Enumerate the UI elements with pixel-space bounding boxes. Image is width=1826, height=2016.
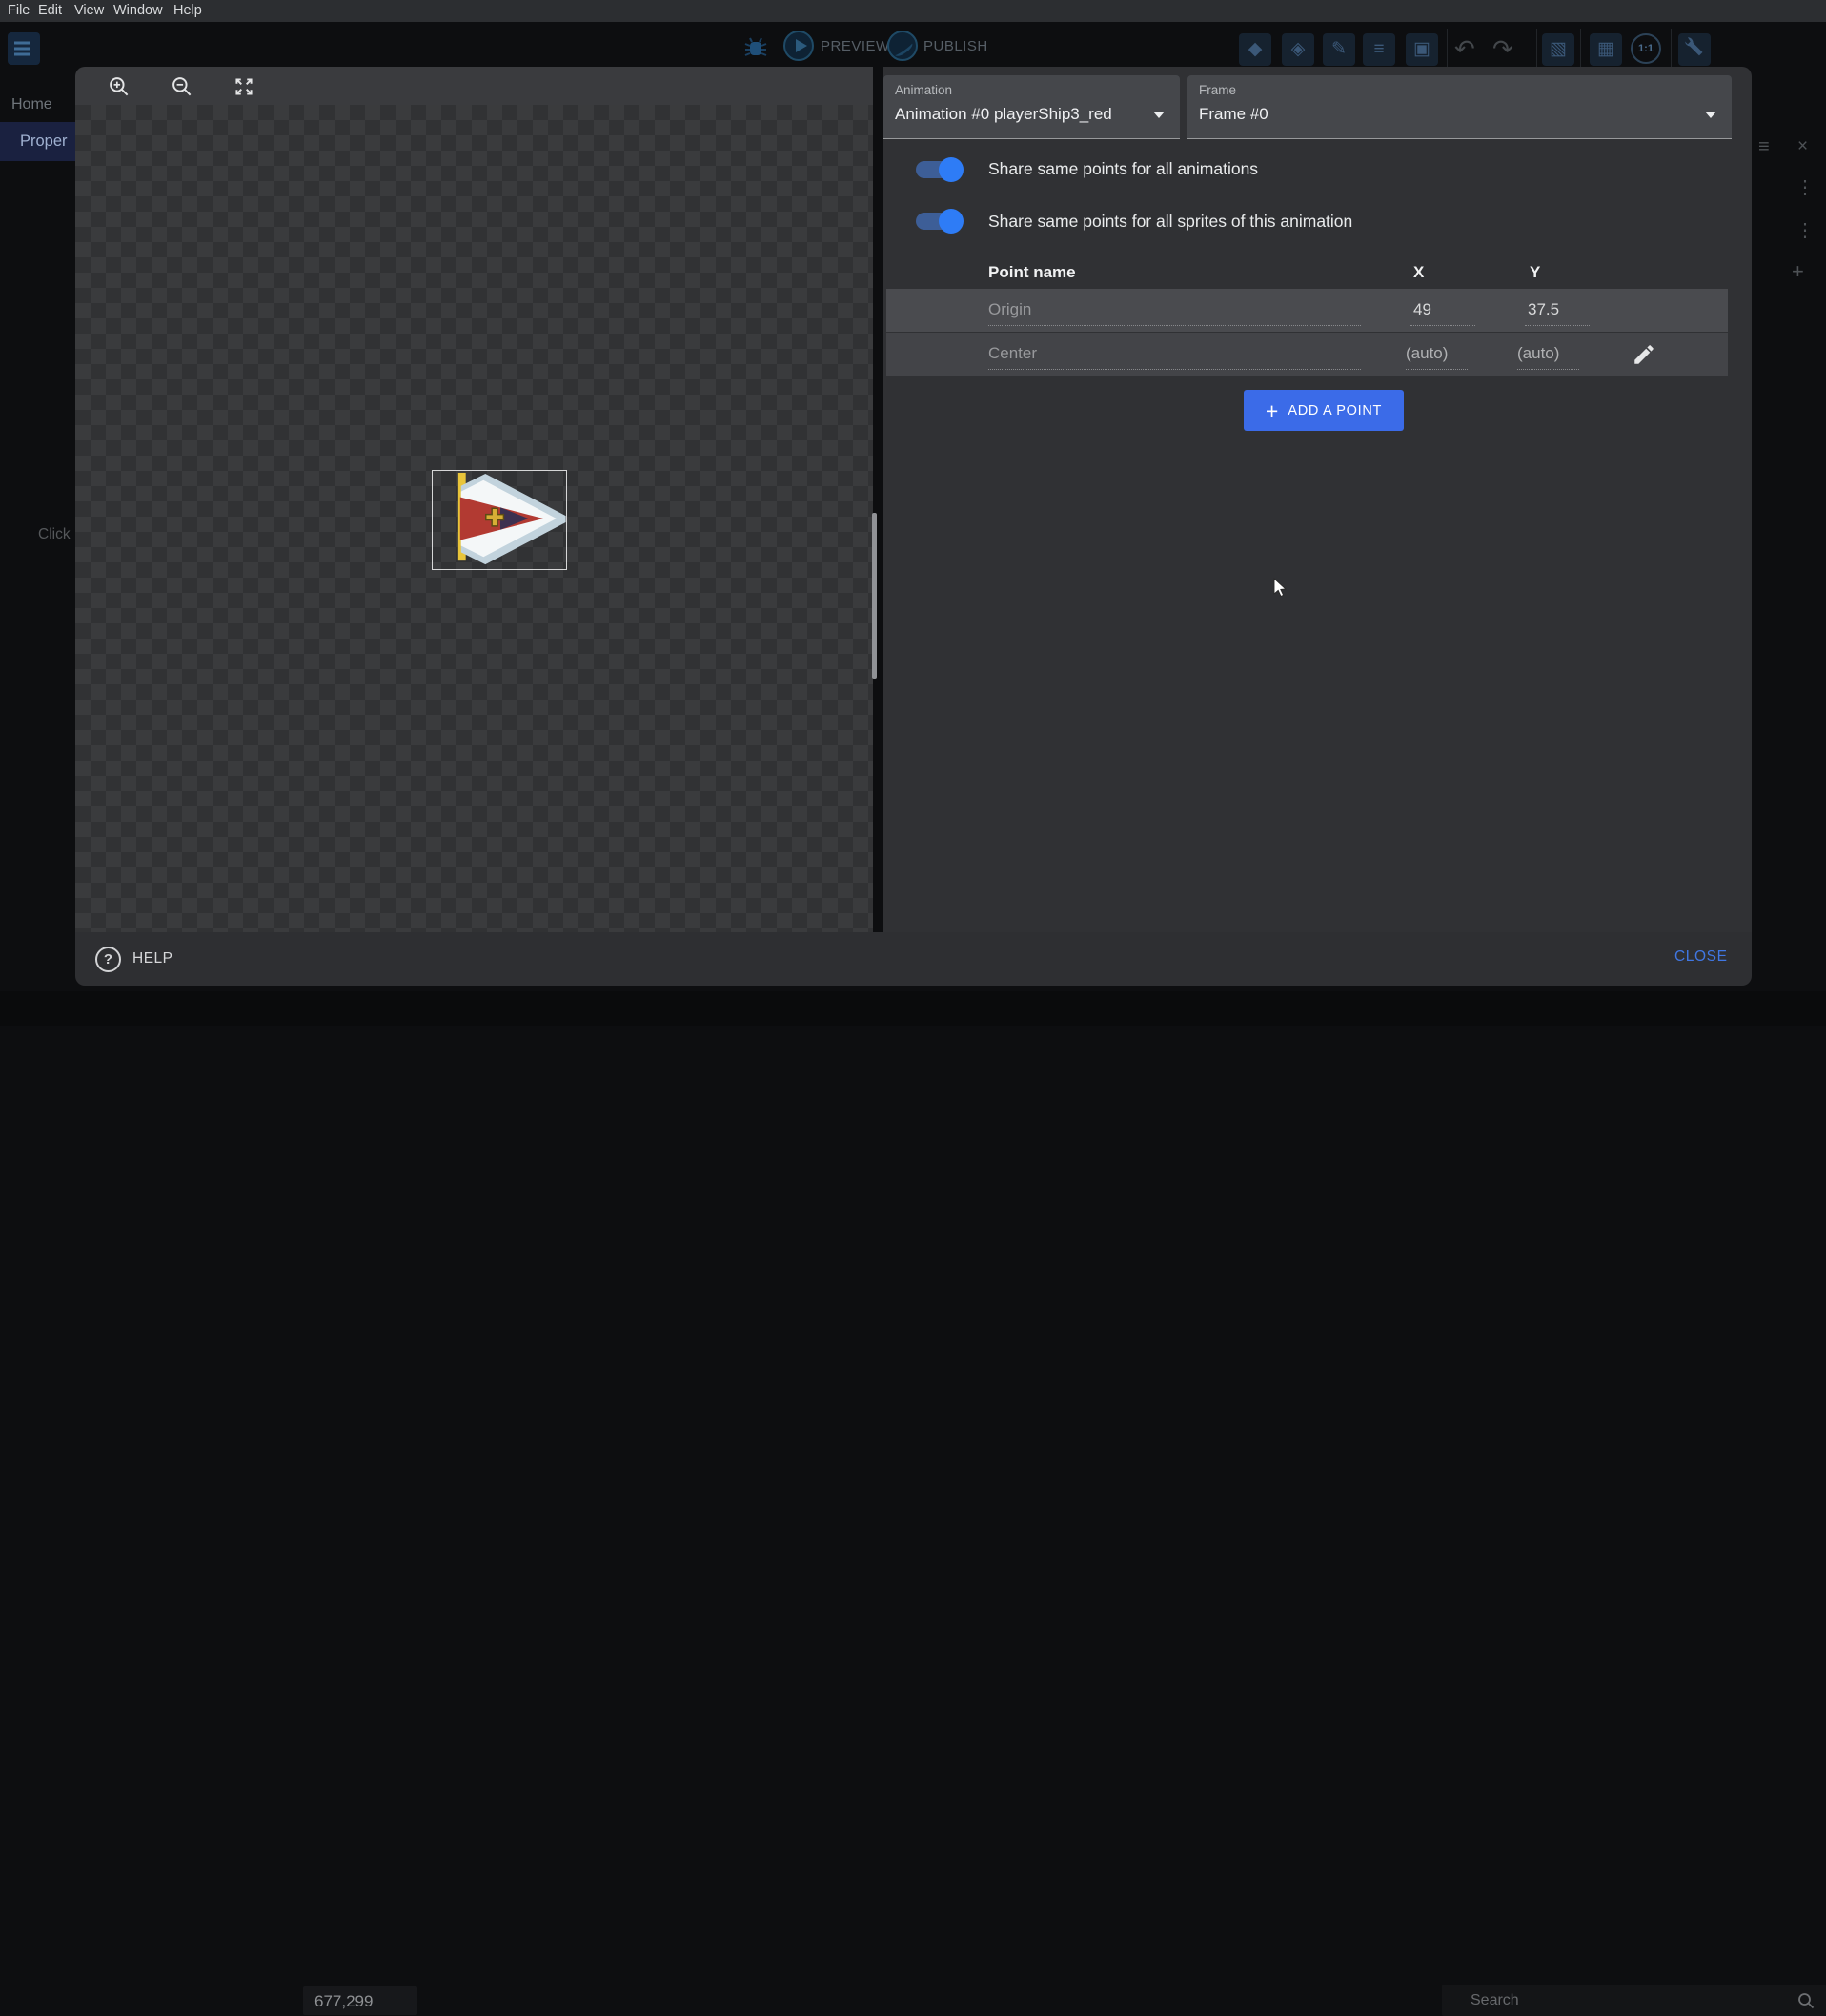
- field-underline: [1406, 369, 1468, 370]
- field-underline: [1517, 369, 1579, 370]
- column-header-point-name: Point name: [988, 263, 1076, 282]
- point-x-field[interactable]: (auto): [1406, 344, 1448, 363]
- project-manager-icon[interactable]: [8, 32, 40, 65]
- events-sheet-icon[interactable]: ≡: [1363, 33, 1395, 66]
- debugger-icon[interactable]: [742, 34, 769, 61]
- more-options-icon[interactable]: ⋮: [1796, 218, 1815, 242]
- share-points-all-sprites-toggle[interactable]: [912, 208, 964, 234]
- sprite-preview-canvas[interactable]: [75, 105, 873, 932]
- menu-file[interactable]: File: [8, 3, 30, 18]
- animation-select-label: Animation: [895, 83, 952, 97]
- field-underline: [1410, 325, 1475, 326]
- grid-icon[interactable]: ▦: [1590, 33, 1622, 66]
- zoom-in-icon[interactable]: [107, 74, 132, 99]
- share-points-all-animations-label: Share same points for all animations: [988, 159, 1258, 179]
- menu-help[interactable]: Help: [173, 3, 202, 18]
- close-button[interactable]: CLOSE: [1674, 948, 1728, 966]
- fit-to-screen-icon[interactable]: [232, 74, 256, 99]
- help-button[interactable]: ? HELP: [95, 944, 173, 974]
- plus-icon: +: [1266, 401, 1278, 420]
- toolbar-separator: [1671, 29, 1672, 69]
- preview-icon[interactable]: [783, 31, 814, 61]
- field-underline: [988, 325, 1361, 326]
- tab-home[interactable]: Home: [11, 96, 52, 113]
- dialog-actions-bar: ? HELP CLOSE: [75, 932, 1752, 986]
- share-points-all-animations-toggle[interactable]: [912, 156, 964, 183]
- canvas-hint-text: Click: [38, 526, 71, 543]
- menu-bar: File Edit View Window Help: [0, 0, 1826, 22]
- point-row-center[interactable]: Center (auto) (auto): [886, 333, 1728, 376]
- chevron-down-icon: [1705, 112, 1716, 118]
- mask-icon[interactable]: ▧: [1542, 33, 1574, 66]
- search-input[interactable]: [1471, 1985, 1785, 2016]
- add-a-point-label: ADD A POINT: [1288, 403, 1382, 418]
- search-icon: [1796, 1991, 1816, 2010]
- preview-button[interactable]: PREVIEW: [821, 38, 890, 54]
- share-points-all-sprites-label: Share same points for all sprites of thi…: [988, 212, 1352, 232]
- chevron-down-icon: [1153, 112, 1165, 118]
- frame-select[interactable]: Frame Frame #0: [1187, 75, 1732, 139]
- instance-tools-icon[interactable]: [1678, 33, 1711, 66]
- menu-view[interactable]: View: [74, 3, 104, 18]
- field-underline: [1525, 325, 1590, 326]
- more-options-icon[interactable]: ⋮: [1796, 175, 1815, 199]
- toggle-thumb: [939, 157, 964, 182]
- toggle-thumb: [939, 209, 964, 234]
- point-name-field[interactable]: Origin: [988, 300, 1031, 319]
- preview-scrollbar-thumb[interactable]: [872, 513, 877, 679]
- toolbar-separator: [1580, 29, 1581, 69]
- point-y-field[interactable]: (auto): [1517, 344, 1559, 363]
- add-a-point-button[interactable]: + ADD A POINT: [1244, 390, 1404, 431]
- animation-select[interactable]: Animation Animation #0 playerShip3_red: [883, 75, 1180, 139]
- point-y-field[interactable]: 37.5: [1528, 300, 1559, 319]
- toolbar-separator: [1536, 29, 1537, 69]
- sprite-selection-box[interactable]: [432, 470, 567, 570]
- pencil-icon: [1632, 342, 1656, 367]
- field-underline: [988, 369, 1361, 370]
- object-icon[interactable]: ◆: [1239, 33, 1271, 66]
- filter-icon[interactable]: ≡: [1758, 136, 1770, 158]
- cursor-coordinates: 677,299: [303, 1986, 417, 2015]
- search-box[interactable]: [1442, 1985, 1826, 2016]
- redo-icon[interactable]: ↷: [1492, 32, 1513, 65]
- edit-scene-icon[interactable]: ✎: [1323, 33, 1355, 66]
- frame-select-value: Frame #0: [1199, 105, 1268, 124]
- close-panel-icon[interactable]: ×: [1797, 136, 1808, 157]
- toolbar-separator: [1447, 29, 1448, 69]
- zoom-out-icon[interactable]: [170, 74, 194, 99]
- point-x-field[interactable]: 49: [1413, 300, 1431, 319]
- publish-button[interactable]: PUBLISH: [923, 38, 988, 54]
- undo-icon[interactable]: ↶: [1454, 32, 1475, 65]
- status-bar: 677,299: [0, 991, 1826, 1026]
- mouse-cursor: [1273, 578, 1294, 599]
- menu-window[interactable]: Window: [113, 3, 163, 18]
- edit-point-button[interactable]: [1632, 337, 1666, 372]
- publish-icon[interactable]: [887, 31, 918, 61]
- tab-properties-label: Proper: [20, 132, 68, 151]
- zoom-ratio-icon[interactable]: 1:1: [1631, 33, 1661, 64]
- tab-properties[interactable]: Proper: [0, 122, 75, 161]
- points-panel: Animation Animation #0 playerShip3_red F…: [883, 67, 1752, 932]
- menu-edit[interactable]: Edit: [38, 3, 62, 18]
- help-label: HELP: [132, 950, 173, 967]
- animation-select-value: Animation #0 playerShip3_red: [895, 105, 1112, 124]
- column-header-y: Y: [1530, 263, 1540, 282]
- sprite-player-ship: [433, 471, 566, 569]
- help-icon: ?: [95, 947, 121, 972]
- objects-group-icon[interactable]: ◈: [1282, 33, 1314, 66]
- preview-zoom-toolbar: [75, 67, 873, 105]
- coordinates-value: 677,299: [314, 1992, 373, 2011]
- frame-select-label: Frame: [1199, 83, 1236, 97]
- column-header-x: X: [1413, 263, 1424, 282]
- point-row-origin[interactable]: Origin 49 37.5: [886, 289, 1728, 332]
- add-icon[interactable]: +: [1792, 259, 1804, 284]
- point-name-field[interactable]: Center: [988, 344, 1037, 363]
- layers-icon[interactable]: ▣: [1406, 33, 1438, 66]
